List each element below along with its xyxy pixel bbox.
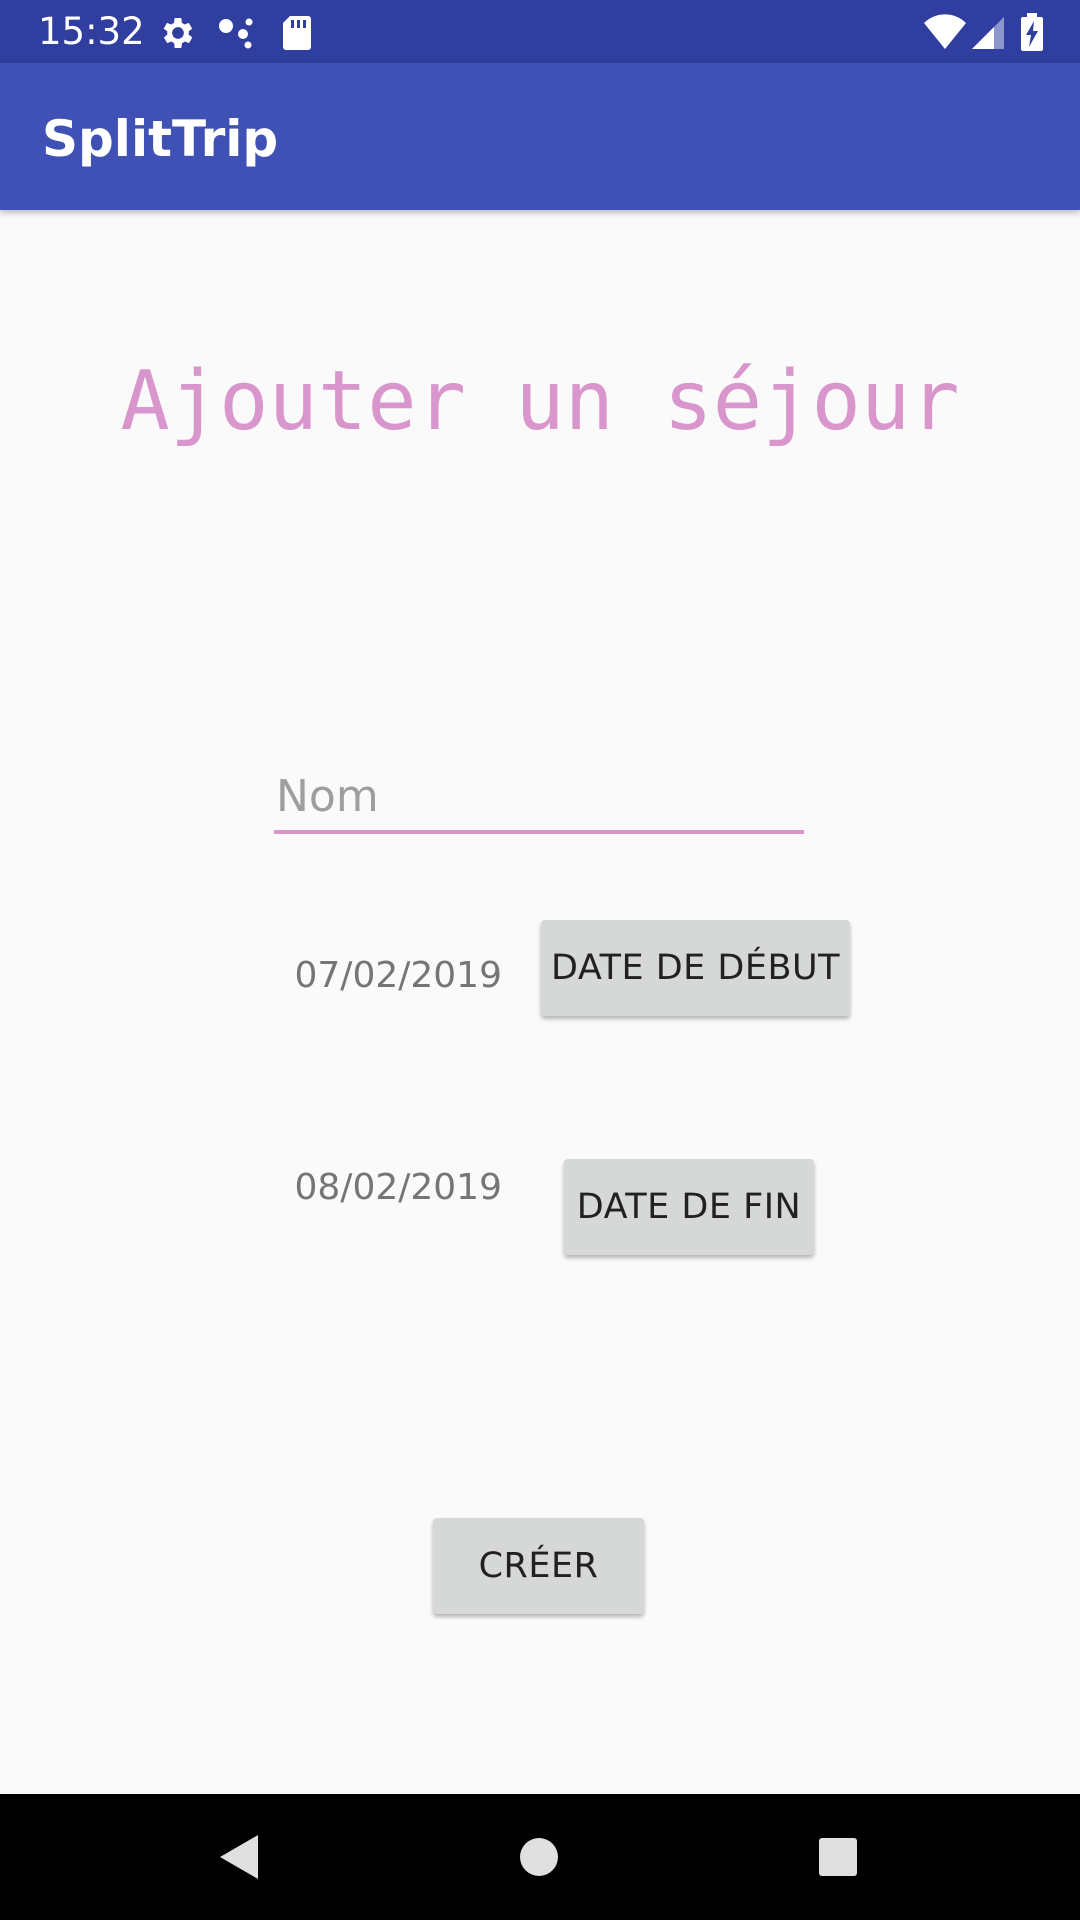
sync-dots-icon — [216, 13, 256, 53]
sd-card-icon — [277, 13, 317, 53]
home-icon[interactable] — [509, 1827, 569, 1887]
battery-charging-icon — [1018, 13, 1046, 53]
recents-icon[interactable] — [808, 1827, 868, 1887]
end-date-button[interactable]: DATE DE FIN — [564, 1159, 814, 1255]
screen: 15:32 SplitTrip Ajouter un séjour Nom 07… — [0, 0, 1080, 1920]
back-icon[interactable] — [210, 1827, 270, 1887]
wifi-icon — [922, 13, 968, 53]
app-title: SplitTrip — [42, 110, 279, 168]
end-date-text: 08/02/2019 — [294, 1167, 503, 1208]
start-date-button[interactable]: DATE DE DÉBUT — [541, 920, 850, 1016]
status-bar: 15:32 — [0, 0, 1080, 63]
navigation-bar — [0, 1794, 1080, 1920]
settings-icon — [158, 13, 198, 53]
page-heading: Ajouter un séjour — [120, 354, 960, 449]
status-time: 15:32 — [38, 10, 145, 53]
cell-signal-icon — [968, 13, 1008, 53]
name-input[interactable] — [274, 762, 804, 834]
create-button[interactable]: CRÉER — [433, 1518, 644, 1614]
app-bar: SplitTrip — [0, 63, 1080, 210]
start-date-text: 07/02/2019 — [294, 955, 503, 996]
